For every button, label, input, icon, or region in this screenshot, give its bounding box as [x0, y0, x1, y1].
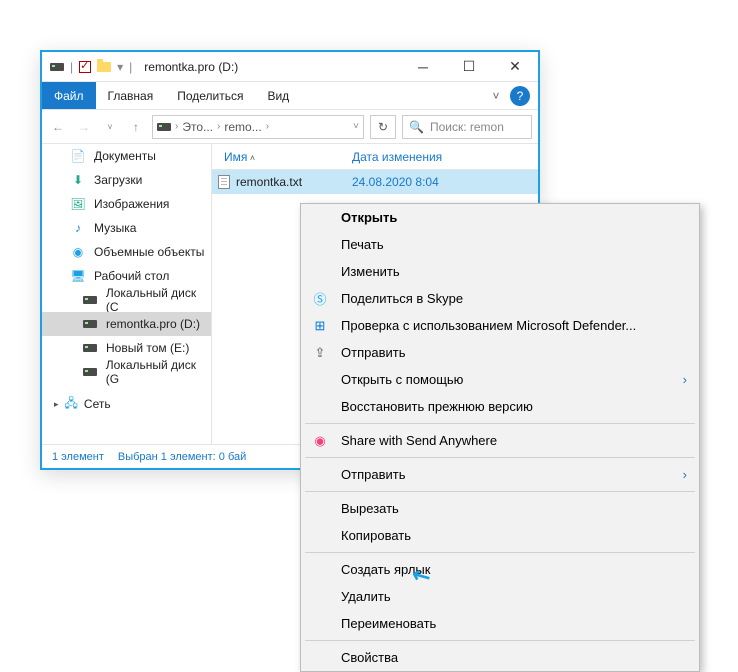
nav-documents[interactable]: 📄Документы: [42, 144, 211, 168]
context-menu: Открыть Печать Изменить ⓈПоделиться в Sk…: [300, 203, 700, 672]
drive-icon: [82, 364, 98, 380]
search-input[interactable]: 🔍 Поиск: remon: [402, 115, 532, 139]
ctx-sendanywhere[interactable]: ◉Share with Send Anywhere: [301, 427, 699, 454]
chevron-right-icon: ›: [217, 121, 220, 132]
drive-icon: [82, 340, 98, 356]
skype-icon: Ⓢ: [311, 290, 329, 308]
ctx-open[interactable]: Открыть: [301, 204, 699, 231]
file-date: 24.08.2020 8:04: [352, 175, 439, 189]
search-icon: 🔍: [409, 120, 424, 134]
ctx-restore[interactable]: Восстановить прежнюю версию: [301, 393, 699, 420]
nav-network[interactable]: ▸🖧Сеть: [42, 392, 211, 416]
ctx-print[interactable]: Печать: [301, 231, 699, 258]
ctx-edit[interactable]: Изменить: [301, 258, 699, 285]
chevron-right-icon: ›: [266, 121, 269, 132]
window-title: remontka.pro (D:): [140, 60, 400, 74]
address-dropdown-icon[interactable]: ˅: [353, 121, 359, 132]
ctx-separator: [305, 423, 695, 424]
col-name[interactable]: Имя: [212, 150, 352, 164]
close-button[interactable]: ✕: [492, 52, 538, 82]
crumb-pc[interactable]: Это...: [182, 120, 213, 134]
nav-tree: 📄Документы ⬇Загрузки 🖼Изображения ♪Музык…: [42, 144, 212, 444]
ctx-separator: [305, 457, 695, 458]
ctx-cut[interactable]: Вырезать: [301, 495, 699, 522]
nav-drive-selected[interactable]: remontka.pro (D:): [42, 312, 211, 336]
qat-separator: |: [70, 60, 73, 74]
drive-icon: [50, 63, 64, 71]
nav-desktop[interactable]: 🖥Рабочий стол: [42, 264, 211, 288]
refresh-button[interactable]: ↻: [370, 115, 396, 139]
ctx-rename[interactable]: Переименовать: [301, 610, 699, 637]
ctx-sendto[interactable]: Отправить›: [301, 461, 699, 488]
col-date[interactable]: Дата изменения: [352, 150, 538, 164]
help-icon[interactable]: ?: [510, 86, 530, 106]
nav-3dobjects[interactable]: ◉Объемные объекты: [42, 240, 211, 264]
sendanywhere-icon: ◉: [311, 432, 329, 450]
qat-separator-2: |: [129, 60, 132, 74]
properties-icon[interactable]: [79, 61, 91, 73]
ctx-shortcut[interactable]: Создать ярлык: [301, 556, 699, 583]
column-headers: Имя Дата изменения: [212, 144, 538, 170]
submenu-arrow-icon: ›: [683, 467, 687, 482]
desktop-icon: 🖥: [70, 268, 86, 284]
cube-icon: ◉: [70, 244, 86, 260]
up-button[interactable]: ↑: [126, 120, 146, 134]
text-file-icon: [212, 175, 236, 189]
search-placeholder: Поиск: remon: [430, 120, 504, 134]
nav-music[interactable]: ♪Музыка: [42, 216, 211, 240]
back-button[interactable]: ←: [48, 120, 68, 134]
downloads-icon: ⬇: [70, 172, 86, 188]
ctx-copy[interactable]: Копировать: [301, 522, 699, 549]
nav-disk-e[interactable]: Новый том (E:): [42, 336, 211, 360]
ctx-properties[interactable]: Свойства: [301, 644, 699, 671]
tab-share[interactable]: Поделиться: [165, 82, 255, 109]
address-bar: ← → ˅ ↑ › Это... › remo... › ˅ ↻ 🔍 Поиск…: [42, 110, 538, 144]
ctx-defender[interactable]: ⊞Проверка с использованием Microsoft Def…: [301, 312, 699, 339]
folder-icon[interactable]: [97, 62, 111, 72]
chevron-right-icon: ›: [175, 121, 178, 132]
ribbon-tabs: Файл Главная Поделиться Вид ˅ ?: [42, 82, 538, 110]
drive-icon: [82, 316, 98, 332]
nav-disk-g[interactable]: Локальный диск (G: [42, 360, 211, 384]
documents-icon: 📄: [70, 148, 86, 164]
window-buttons: ─ ☐ ✕: [400, 52, 538, 82]
drive-icon: [82, 292, 98, 308]
ctx-separator: [305, 552, 695, 553]
nav-disk-c[interactable]: Локальный диск (C: [42, 288, 211, 312]
file-name: remontka.txt: [236, 175, 352, 189]
expand-icon[interactable]: ▸: [54, 399, 59, 410]
submenu-arrow-icon: ›: [683, 372, 687, 387]
file-row[interactable]: remontka.txt 24.08.2020 8:04: [212, 170, 538, 194]
share-icon: ⇪: [311, 344, 329, 362]
qat-dropdown[interactable]: ▾: [117, 60, 123, 74]
quick-access-toolbar: | ▾ |: [42, 60, 140, 74]
pictures-icon: 🖼: [70, 196, 86, 212]
shield-icon: ⊞: [311, 317, 329, 335]
maximize-button[interactable]: ☐: [446, 52, 492, 82]
nav-downloads[interactable]: ⬇Загрузки: [42, 168, 211, 192]
ctx-separator: [305, 491, 695, 492]
ctx-share[interactable]: ⇪Отправить: [301, 339, 699, 366]
music-icon: ♪: [70, 220, 86, 236]
tab-home[interactable]: Главная: [96, 82, 166, 109]
breadcrumb[interactable]: › Это... › remo... › ˅: [152, 115, 364, 139]
drive-icon: [157, 123, 171, 131]
ctx-separator: [305, 640, 695, 641]
recent-dropdown[interactable]: ˅: [100, 122, 120, 132]
crumb-drive[interactable]: remo...: [224, 120, 261, 134]
network-icon: 🖧: [65, 394, 78, 415]
tab-file[interactable]: Файл: [42, 82, 96, 109]
tab-view[interactable]: Вид: [255, 82, 301, 109]
status-count: 1 элемент: [52, 451, 104, 463]
ctx-delete[interactable]: Удалить: [301, 583, 699, 610]
minimize-button[interactable]: ─: [400, 52, 446, 82]
ctx-skype[interactable]: ⓈПоделиться в Skype: [301, 285, 699, 312]
forward-button[interactable]: →: [74, 120, 94, 134]
status-selected: Выбран 1 элемент: 0 бай: [118, 451, 246, 463]
expand-ribbon-icon[interactable]: ˅: [482, 89, 510, 103]
titlebar: | ▾ | remontka.pro (D:) ─ ☐ ✕: [42, 52, 538, 82]
ctx-openwith[interactable]: Открыть с помощью›: [301, 366, 699, 393]
nav-pictures[interactable]: 🖼Изображения: [42, 192, 211, 216]
